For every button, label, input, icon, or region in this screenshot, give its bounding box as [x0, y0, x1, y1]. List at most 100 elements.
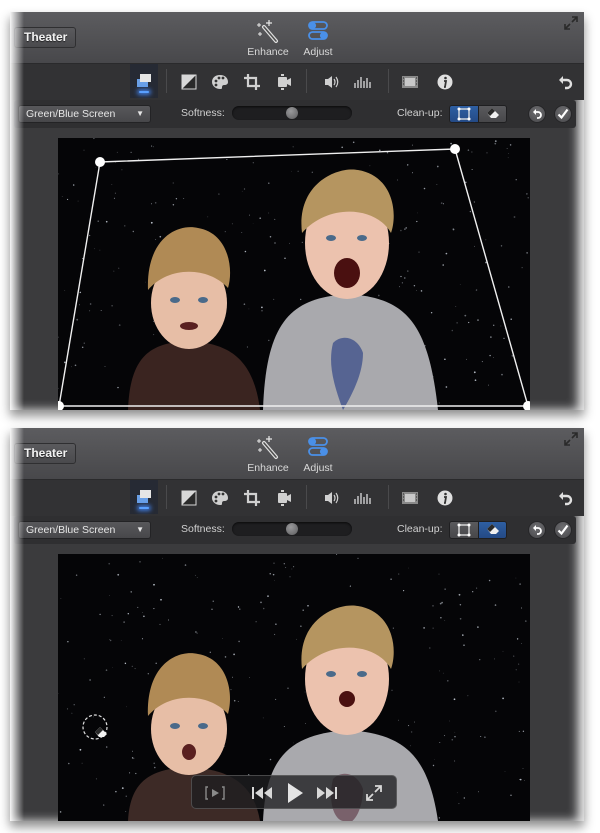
overlay-mode-value: Green/Blue Screen [26, 524, 116, 536]
video-viewer[interactable] [58, 138, 530, 410]
crop-outline [58, 148, 529, 407]
checkmark-icon [557, 524, 569, 536]
expand-arrows-icon[interactable] [564, 16, 578, 30]
stabilization-camera-icon[interactable] [275, 489, 293, 507]
toolbar-divider [306, 485, 307, 509]
adjust-panel-before: Theater Enhance Adjust Green/Blue Screen… [10, 12, 584, 410]
video-overlay-icon [137, 490, 151, 503]
adjustment-toolbar [10, 64, 584, 100]
softness-slider-knob[interactable] [286, 523, 298, 535]
play-selection-icon[interactable] [204, 785, 226, 801]
cleanup-label: Clean-up: [397, 523, 443, 535]
magic-wand-icon [257, 20, 278, 43]
eraser-brush-icon [82, 714, 108, 740]
overlay-mode-select[interactable]: Green/Blue Screen ▼ [18, 105, 151, 123]
softness-slider[interactable] [232, 522, 352, 536]
eraser-button[interactable] [478, 106, 506, 122]
adjust-toggles-icon [308, 21, 328, 40]
video-overlay-button[interactable] [130, 64, 158, 98]
adjust-panel-after: Theater Enhance Adjust Green/Blue Screen… [10, 428, 584, 821]
equalizer-icon[interactable] [353, 489, 371, 507]
color-balance-icon[interactable] [180, 489, 198, 507]
crop-corners-icon [457, 107, 471, 121]
eraser-icon [486, 524, 499, 534]
stabilization-camera-icon[interactable] [275, 73, 293, 91]
expand-arrows-icon[interactable] [564, 432, 578, 446]
crop-handle[interactable] [95, 157, 105, 167]
softness-label: Softness: [181, 523, 225, 535]
adjust-label: Adjust [303, 462, 333, 474]
undo-button[interactable] [528, 521, 546, 539]
skip-forward-icon[interactable] [314, 785, 338, 801]
video-viewer[interactable] [58, 554, 530, 821]
toolbar-divider [166, 69, 167, 93]
play-icon[interactable] [285, 781, 305, 805]
adjustment-toolbar [10, 480, 584, 516]
enhance-label: Enhance [247, 46, 289, 58]
reset-arrow-icon[interactable] [556, 73, 574, 91]
crop-overlay[interactable] [58, 138, 530, 410]
crop-handle[interactable] [523, 401, 530, 410]
adjust-button[interactable]: Adjust [294, 18, 342, 58]
reset-arrow-icon[interactable] [556, 489, 574, 507]
info-icon[interactable] [436, 489, 454, 507]
video-overlay-icon [137, 74, 151, 87]
toolbar-divider [306, 69, 307, 93]
clip-filter-icon[interactable] [401, 73, 419, 91]
enhance-button[interactable]: Enhance [244, 18, 292, 58]
equalizer-icon[interactable] [353, 73, 371, 91]
crop-handle[interactable] [58, 401, 64, 410]
softness-label: Softness: [181, 107, 225, 119]
crop-handle[interactable] [450, 144, 460, 154]
color-palette-icon[interactable] [211, 489, 229, 507]
fullscreen-icon[interactable] [366, 785, 382, 801]
toolbar-divider [166, 485, 167, 509]
undo-arrow-icon [533, 109, 542, 119]
playback-controls [191, 775, 397, 809]
overlay-mode-value: Green/Blue Screen [26, 108, 116, 120]
softness-slider-knob[interactable] [286, 107, 298, 119]
volume-icon[interactable] [323, 73, 341, 91]
theater-button[interactable]: Theater [14, 27, 76, 48]
toolbar-divider [388, 69, 389, 93]
undo-button[interactable] [528, 105, 546, 123]
volume-icon[interactable] [323, 489, 341, 507]
chevron-down-icon: ▼ [136, 525, 144, 534]
checkmark-icon [557, 108, 569, 120]
enhance-button[interactable]: Enhance [244, 434, 292, 474]
selected-indicator [139, 91, 149, 93]
adjust-button[interactable]: Adjust [294, 434, 342, 474]
crop-icon[interactable] [243, 489, 261, 507]
eraser-button[interactable] [478, 522, 506, 538]
skip-back-icon[interactable] [251, 785, 275, 801]
apply-button[interactable] [554, 105, 572, 123]
color-palette-icon[interactable] [211, 73, 229, 91]
apply-button[interactable] [554, 521, 572, 539]
undo-arrow-icon [533, 525, 542, 535]
crop-icon[interactable] [243, 73, 261, 91]
options-bar: Green/Blue Screen ▼ Softness: Clean-up: [14, 100, 576, 128]
crop-corners-button[interactable] [450, 106, 478, 122]
crop-corners-icon [457, 523, 471, 537]
panel-header: Theater Enhance Adjust [10, 428, 584, 480]
enhance-label: Enhance [247, 462, 289, 474]
overlay-mode-select[interactable]: Green/Blue Screen ▼ [18, 521, 151, 539]
info-icon[interactable] [436, 73, 454, 91]
clip-filter-icon[interactable] [401, 489, 419, 507]
panel-header: Theater Enhance Adjust [10, 12, 584, 64]
selected-indicator [139, 507, 149, 509]
softness-slider[interactable] [232, 106, 352, 120]
crop-corners-button[interactable] [450, 522, 478, 538]
adjust-label: Adjust [303, 46, 333, 58]
color-balance-icon[interactable] [180, 73, 198, 91]
cleanup-tools [449, 521, 507, 539]
eraser-cursor [80, 712, 114, 746]
video-overlay-button[interactable] [130, 480, 158, 514]
theater-button[interactable]: Theater [14, 443, 76, 464]
cleanup-label: Clean-up: [397, 107, 443, 119]
adjust-toggles-icon [308, 437, 328, 456]
magic-wand-icon [257, 436, 278, 459]
eraser-icon [486, 108, 499, 118]
cleanup-tools [449, 105, 507, 123]
toolbar-divider [388, 485, 389, 509]
